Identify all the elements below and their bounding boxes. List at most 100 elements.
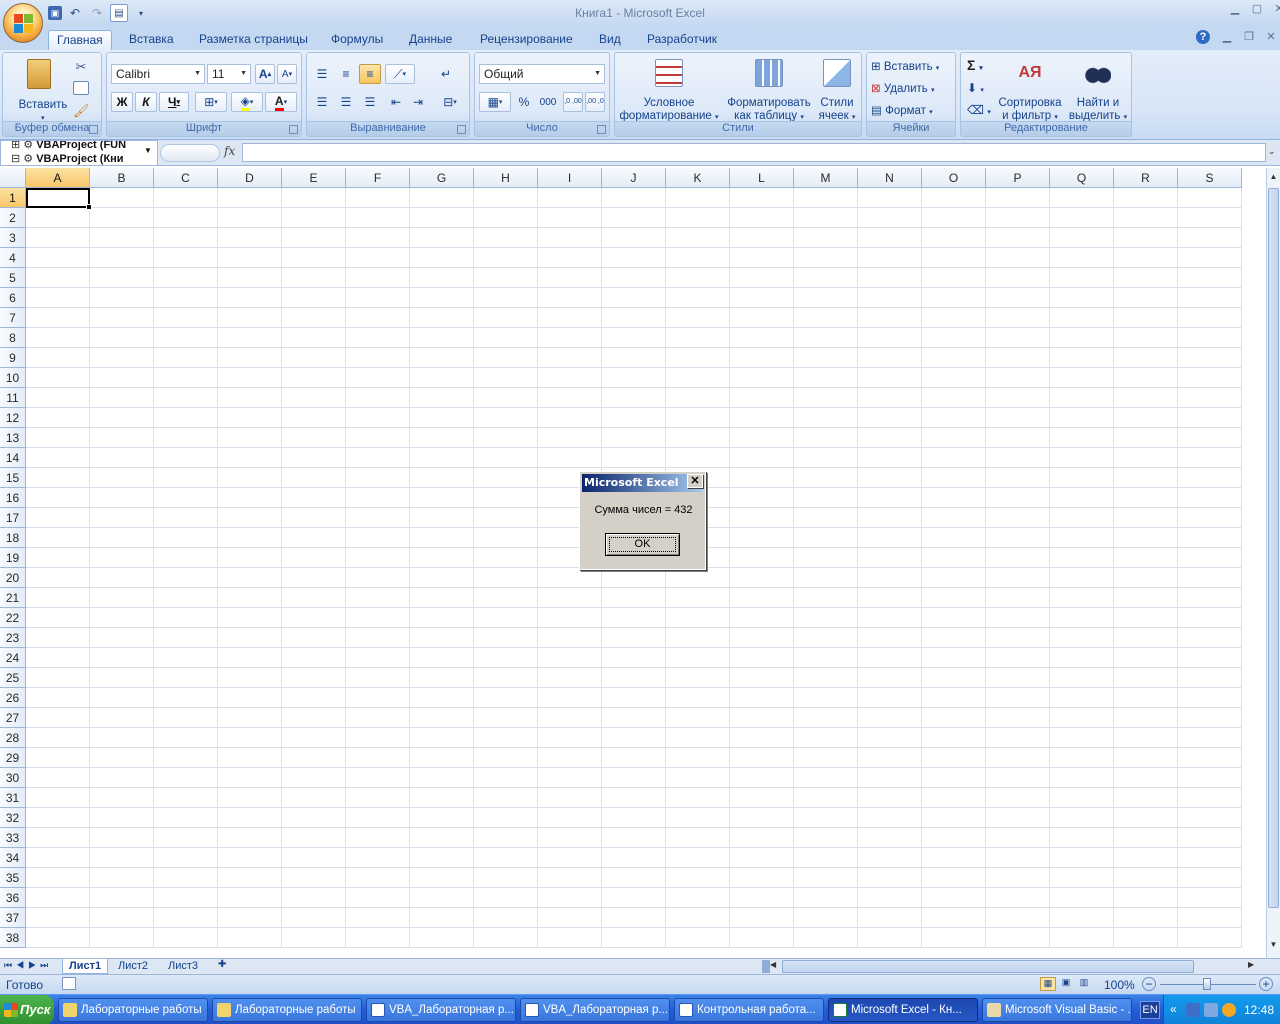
- help-icon[interactable]: ?: [1196, 30, 1210, 44]
- row-header[interactable]: 34: [0, 848, 26, 868]
- tab-formulas[interactable]: Формулы: [323, 30, 391, 50]
- row-header[interactable]: 9: [0, 348, 26, 368]
- row-header[interactable]: 36: [0, 888, 26, 908]
- row-header[interactable]: 33: [0, 828, 26, 848]
- sheet-nav-icons[interactable]: ⏮◀▶⏭: [4, 960, 52, 971]
- insert-function-icon[interactable]: fx: [224, 144, 235, 158]
- vertical-scrollbar[interactable]: ▲ ▼: [1266, 168, 1280, 958]
- workbook-minimize-icon[interactable]: ▁: [1216, 30, 1238, 46]
- row-header[interactable]: 28: [0, 728, 26, 748]
- tab-review[interactable]: Рецензирование: [472, 30, 581, 50]
- cut-icon[interactable]: ✂: [73, 59, 89, 75]
- align-center-icon[interactable]: ☰: [335, 92, 357, 112]
- tab-insert[interactable]: Вставка: [121, 30, 182, 50]
- align-right-icon[interactable]: ☰: [359, 92, 381, 112]
- name-box[interactable]: ⊞ ⚙ VBAProject (FUN ⊟ ⚙ VBAProject (Кни: [0, 140, 158, 166]
- sort-filter-button[interactable]: АЯ Сортировка и фильтр ▾: [995, 55, 1065, 122]
- format-cells-button[interactable]: ▤ Формат ▾: [871, 103, 933, 117]
- row-header[interactable]: 23: [0, 628, 26, 648]
- sheet-tab-2[interactable]: Лист2: [112, 959, 154, 974]
- row-header[interactable]: 19: [0, 548, 26, 568]
- row-header[interactable]: 10: [0, 368, 26, 388]
- increase-indent-icon[interactable]: ⇥: [407, 92, 429, 112]
- row-header[interactable]: 17: [0, 508, 26, 528]
- paste-button[interactable]: Вставить ▾: [7, 55, 67, 122]
- percent-button[interactable]: %: [513, 92, 535, 112]
- taskbar-word-3[interactable]: Контрольная работа...: [674, 998, 824, 1022]
- row-header[interactable]: 15: [0, 468, 26, 488]
- column-header[interactable]: B: [90, 168, 154, 188]
- orientation-icon[interactable]: ⟋ ▾: [385, 64, 415, 84]
- increase-decimal-button[interactable]: ,0 ,00: [563, 92, 583, 112]
- language-indicator[interactable]: EN: [1140, 1001, 1160, 1019]
- font-launcher-icon[interactable]: [289, 125, 298, 134]
- align-left-icon[interactable]: ☰: [311, 92, 333, 112]
- row-header[interactable]: 38: [0, 928, 26, 948]
- maximize-icon[interactable]: ▢: [1246, 2, 1268, 18]
- scroll-up-icon[interactable]: ▲: [1268, 172, 1279, 186]
- row-header[interactable]: 2: [0, 208, 26, 228]
- grow-font-button[interactable]: A ▴: [255, 64, 275, 84]
- sheet-tab-1[interactable]: Лист1: [62, 959, 109, 974]
- row-header[interactable]: 20: [0, 568, 26, 588]
- delete-cells-button[interactable]: ⊠ Удалить ▾: [871, 81, 934, 95]
- formula-input[interactable]: [242, 143, 1266, 162]
- row-header[interactable]: 35: [0, 868, 26, 888]
- row-header[interactable]: 8: [0, 328, 26, 348]
- column-header[interactable]: E: [282, 168, 346, 188]
- column-header[interactable]: R: [1114, 168, 1178, 188]
- row-header[interactable]: 22: [0, 608, 26, 628]
- currency-format-icon[interactable]: ▦ ▾: [479, 92, 511, 112]
- format-painter-icon[interactable]: 🖌: [73, 103, 90, 118]
- taskbar-word-1[interactable]: VBA_Лабораторная р...: [366, 998, 516, 1022]
- row-header[interactable]: 18: [0, 528, 26, 548]
- row-header[interactable]: 12: [0, 408, 26, 428]
- vertical-scroll-thumb[interactable]: [1268, 188, 1279, 908]
- column-header[interactable]: D: [218, 168, 282, 188]
- thousands-button[interactable]: 000: [537, 92, 559, 112]
- row-header[interactable]: 13: [0, 428, 26, 448]
- active-cell[interactable]: [26, 188, 90, 208]
- cell-styles-button[interactable]: Стили ячеек ▾: [815, 55, 859, 122]
- scroll-left-icon[interactable]: ◀: [770, 960, 776, 969]
- column-header[interactable]: A: [26, 168, 90, 188]
- column-header[interactable]: F: [346, 168, 410, 188]
- taskbar-vba[interactable]: Microsoft Visual Basic - ...: [982, 998, 1132, 1022]
- horizontal-scroll-thumb[interactable]: [782, 960, 1194, 973]
- zoom-level[interactable]: 100%: [1104, 978, 1135, 992]
- font-size-combo[interactable]: 11 ▼: [207, 64, 251, 84]
- column-header[interactable]: M: [794, 168, 858, 188]
- fill-button[interactable]: ⬇ ▾: [967, 81, 984, 95]
- column-header[interactable]: H: [474, 168, 538, 188]
- row-header[interactable]: 30: [0, 768, 26, 788]
- row-header[interactable]: 5: [0, 268, 26, 288]
- font-color-button[interactable]: A ▾: [265, 92, 297, 112]
- tab-page-layout[interactable]: Разметка страницы: [191, 30, 316, 50]
- page-break-view-icon[interactable]: ▥: [1076, 977, 1092, 991]
- row-header[interactable]: 14: [0, 448, 26, 468]
- conditional-format-button[interactable]: Условное форматирование ▾: [617, 55, 721, 122]
- row-header[interactable]: 6: [0, 288, 26, 308]
- clipboard-launcher-icon[interactable]: [89, 125, 98, 134]
- expand-formula-icon[interactable]: ⌄: [1268, 146, 1276, 157]
- page-layout-view-icon[interactable]: ▣: [1058, 977, 1074, 991]
- autosum-button[interactable]: Σ ▾: [967, 57, 983, 73]
- align-middle-icon[interactable]: ≡: [335, 64, 357, 84]
- merge-center-icon[interactable]: ⊟ ▾: [435, 92, 465, 112]
- decrease-decimal-button[interactable]: ,00 ,0: [585, 92, 605, 112]
- zoom-out-icon[interactable]: −: [1142, 977, 1156, 991]
- tab-view[interactable]: Вид: [591, 30, 629, 50]
- office-button[interactable]: [3, 3, 43, 43]
- tab-split-handle[interactable]: [762, 960, 770, 973]
- column-header[interactable]: G: [410, 168, 474, 188]
- number-launcher-icon[interactable]: [597, 125, 606, 134]
- row-header[interactable]: 29: [0, 748, 26, 768]
- insert-sheet-icon[interactable]: ✚: [218, 959, 238, 973]
- fill-handle[interactable]: [86, 204, 92, 210]
- column-header[interactable]: Q: [1050, 168, 1114, 188]
- clear-button[interactable]: ⌫ ▾: [967, 103, 991, 117]
- zoom-in-icon[interactable]: +: [1259, 977, 1273, 991]
- borders-button[interactable]: ⊞ ▾: [195, 92, 227, 112]
- column-header[interactable]: P: [986, 168, 1050, 188]
- taskbar-folder-2[interactable]: Лабораторные работы: [212, 998, 362, 1022]
